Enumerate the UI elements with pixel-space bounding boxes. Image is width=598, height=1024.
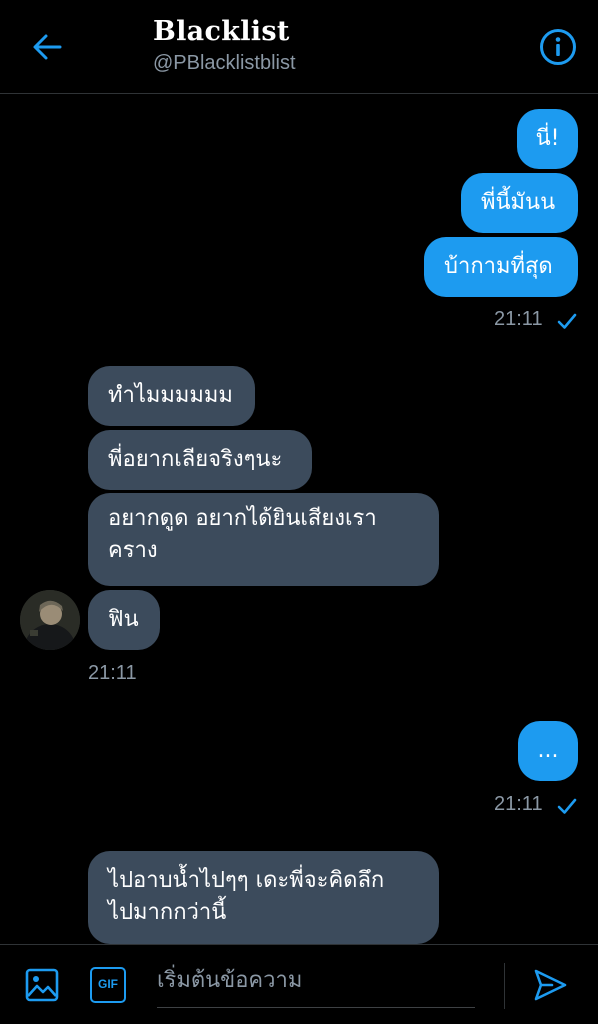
back-arrow-icon[interactable] — [30, 30, 64, 64]
message-text-line: ไปมากกว่านี้ — [108, 900, 227, 925]
composer-divider — [504, 963, 505, 1009]
message-text: พี่นี้มันน — [481, 190, 556, 215]
message-text: ... — [537, 738, 559, 763]
message-input-placeholder: เริ่มต้นข้อความ — [157, 968, 303, 993]
message-text: นี่! — [535, 126, 560, 151]
message-timestamp: 21:11 — [88, 662, 137, 684]
message-timestamp: 21:11 — [494, 308, 543, 330]
conversation-handle[interactable]: @PBlacklistblist — [153, 52, 296, 75]
message-bubble-outgoing[interactable]: นี่! — [517, 109, 578, 169]
message-bubble-incoming[interactable]: พี่อยากเลียจริงๆนะ — [88, 430, 312, 490]
conversation-header: Blacklist @PBlacklistblist — [0, 0, 598, 94]
message-text-line: อยากดูด อยากได้ยินเสียงเรา — [108, 506, 377, 531]
message-timestamp: 21:11 — [494, 793, 543, 815]
message-bubble-outgoing[interactable]: บ้ากามที่สุด — [424, 237, 578, 297]
info-icon[interactable] — [539, 28, 577, 66]
avatar[interactable] — [20, 590, 80, 650]
conversation-title[interactable]: Blacklist — [153, 16, 290, 47]
message-text: พี่อยากเลียจริงๆนะ — [108, 447, 283, 472]
message-bubble-outgoing[interactable]: พี่นี้มันน — [461, 173, 578, 233]
message-bubble-incoming[interactable]: ฟิน — [88, 590, 160, 650]
image-icon[interactable] — [24, 967, 60, 1003]
sent-check-icon — [557, 798, 577, 814]
message-bubble-incoming[interactable]: อยากดูด อยากได้ยินเสียงเรา คราง — [88, 493, 439, 586]
message-text: ฟิน — [108, 607, 139, 632]
message-bubble-outgoing[interactable]: ... — [518, 721, 578, 781]
message-text: บ้ากามที่สุด — [444, 254, 553, 279]
gif-label: GIF — [98, 977, 118, 991]
avatar-image — [20, 590, 80, 650]
message-text: ทำไมมมมมม — [108, 383, 233, 408]
message-composer: GIF เริ่มต้นข้อความ — [0, 944, 598, 1024]
sent-check-icon — [557, 313, 577, 329]
message-text-line: คราง — [108, 538, 158, 563]
message-input[interactable]: เริ่มต้นข้อความ — [157, 965, 475, 1008]
message-text-line: ไปอาบน้ำไปๆๆ เดะพี่จะคิดลึก — [108, 868, 385, 893]
message-bubble-incoming[interactable]: ไปอาบน้ำไปๆๆ เดะพี่จะคิดลึก ไปมากกว่านี้ — [88, 851, 439, 944]
gif-button[interactable]: GIF — [90, 967, 126, 1003]
send-icon[interactable] — [532, 967, 568, 1003]
message-bubble-incoming[interactable]: ทำไมมมมมม — [88, 366, 255, 426]
